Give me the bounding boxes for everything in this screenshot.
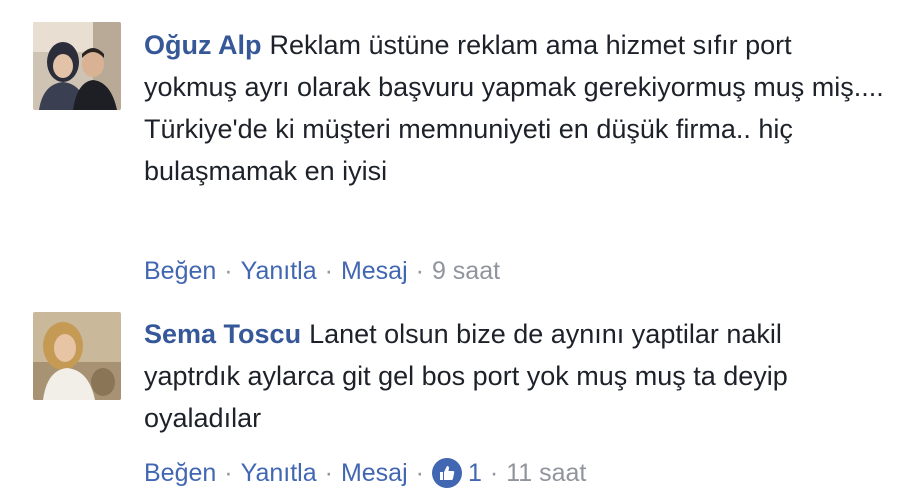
avatar[interactable] — [33, 312, 121, 400]
reaction-count: 1 — [467, 459, 482, 487]
separator-dot: · — [224, 257, 233, 285]
comment-timestamp[interactable]: 11 saat — [506, 458, 586, 488]
avatar[interactable] — [33, 22, 121, 110]
like-link[interactable]: Beğen — [144, 256, 216, 286]
separator-dot: · — [324, 459, 333, 487]
avatar-photo — [33, 312, 121, 400]
separator-dot: · — [224, 459, 233, 487]
message-link[interactable]: Mesaj — [341, 256, 408, 286]
reaction-badge[interactable]: 1 — [431, 458, 482, 488]
avatar-photo — [33, 22, 121, 110]
message-link[interactable]: Mesaj — [341, 458, 408, 488]
comment-body: Sema Toscu Lanet olsun bize de aynını yap… — [144, 313, 884, 439]
like-link[interactable]: Beğen — [144, 458, 216, 488]
comment-author[interactable]: Oğuz Alp — [144, 30, 261, 60]
comment-author[interactable]: Sema Toscu — [144, 319, 301, 349]
reply-link[interactable]: Yanıtla — [241, 458, 317, 488]
comment-actions: Beğen · Yanıtla · Mesaj · 9 saat — [144, 256, 500, 286]
comment-timestamp[interactable]: 9 saat — [432, 256, 500, 286]
separator-dot: · — [324, 257, 333, 285]
separator-dot: · — [415, 459, 424, 487]
separator-dot: · — [415, 257, 424, 285]
comment-body: Oğuz Alp Reklam üstüne reklam ama hizmet … — [144, 24, 884, 192]
separator-dot: · — [489, 459, 499, 487]
thumbs-up-glyph — [439, 466, 455, 480]
reply-link[interactable]: Yanıtla — [241, 256, 317, 286]
comment-actions: Beğen · Yanıtla · Mesaj · 1 · 11 saat — [144, 458, 586, 488]
thumbs-up-icon — [431, 458, 462, 488]
